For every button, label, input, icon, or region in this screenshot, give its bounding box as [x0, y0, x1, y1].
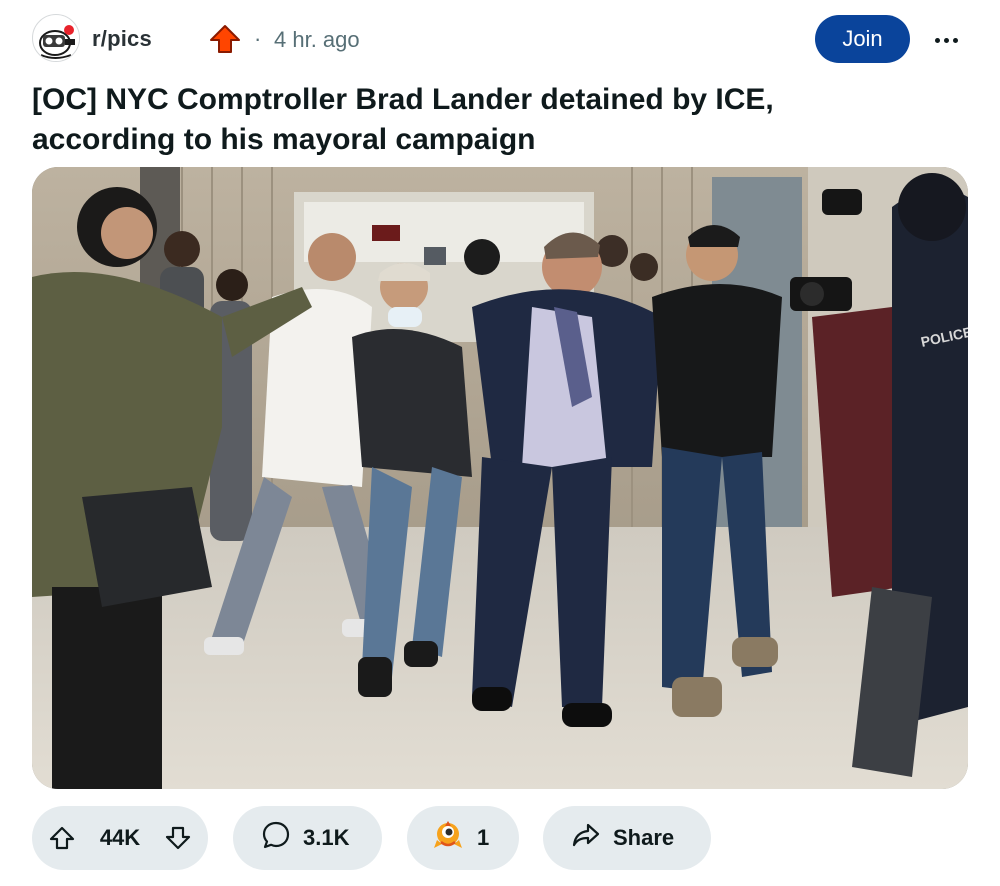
comment-count: 3.1K	[303, 825, 350, 850]
comment-icon	[261, 820, 291, 856]
share-label: Share	[613, 825, 675, 850]
more-options-icon[interactable]	[928, 22, 964, 58]
share-icon	[571, 820, 601, 856]
join-button[interactable]: Join	[815, 15, 910, 63]
post-actions: 44K 3.1K 1 Share	[32, 806, 968, 870]
award-icon	[431, 818, 465, 858]
share-button[interactable]: Share	[543, 806, 711, 870]
meta-separator: ·	[254, 26, 262, 51]
vote-bar: 44K	[32, 806, 208, 870]
award-button[interactable]: 1	[407, 806, 519, 870]
post-timestamp: 4 hr. ago	[274, 27, 360, 52]
subreddit-link[interactable]: r/pics	[92, 26, 152, 52]
award-count: 1	[477, 825, 490, 850]
post-header: r/pics · 4 hr. ago Join	[32, 14, 968, 66]
post-title[interactable]: [OC] NYC Comptroller Brad Lander detaine…	[32, 80, 892, 160]
upvote-count: 44K	[99, 825, 141, 850]
subreddit-avatar-icon[interactable]	[32, 14, 80, 62]
comments-button[interactable]: 3.1K	[233, 806, 382, 870]
post-image[interactable]: POLICE	[32, 167, 968, 789]
post-photo: POLICE	[32, 167, 968, 789]
upvote-arrow-icon	[208, 24, 242, 54]
upvote-icon[interactable]	[44, 820, 80, 856]
downvote-icon[interactable]	[160, 820, 196, 856]
